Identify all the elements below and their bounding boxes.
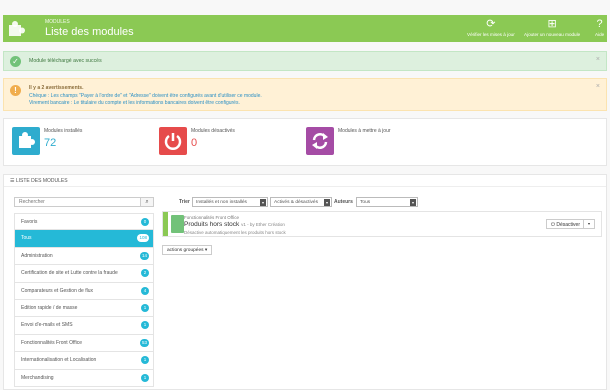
help-label: Aide xyxy=(595,32,605,37)
category-list: Favoris 0 Tous 108 Administration 14 Certif… xyxy=(14,213,154,387)
category-tous[interactable]: Tous 108 xyxy=(14,230,154,248)
success-message: Module téléchargé avec succès xyxy=(29,58,102,64)
category-count: 53 xyxy=(139,338,149,347)
category-comparateurs[interactable]: Comparateurs et Gestion de flux 4 xyxy=(14,282,154,300)
category-count: 1 xyxy=(141,321,149,330)
module-list-panel: ☰ LISTE DES MODULES ⌕ Favoris 0 Tous 108 A… xyxy=(3,174,607,390)
module-name: Produits hors stock xyxy=(184,221,240,228)
close-warning-button[interactable]: × xyxy=(596,83,600,90)
category-label: Administration xyxy=(21,252,53,259)
category-administration[interactable]: Administration 14 xyxy=(14,247,154,266)
authors-select[interactable]: Tous ▾ xyxy=(356,197,418,207)
category-count: 1 xyxy=(141,303,149,312)
stats-panel: Modules installés 72 Modules désactivés … xyxy=(3,118,607,166)
category-count: 1 xyxy=(141,356,149,365)
search-box: ⌕ xyxy=(14,197,154,207)
success-alert: ✓ Module téléchargé avec succès × xyxy=(3,51,607,71)
authors-label: Auteurs xyxy=(334,199,353,205)
category-label: Edition rapide / de masse xyxy=(21,304,78,311)
bulk-actions-label: actions groupées xyxy=(167,248,204,253)
category-count: 14 xyxy=(139,251,149,260)
category-count: 1 xyxy=(141,373,149,382)
category-merchandising[interactable]: Merchandising 1 xyxy=(14,369,154,387)
check-updates-button[interactable]: ⟳ Vérifier les mises à jour xyxy=(467,18,515,40)
add-module-icon: ⊞ xyxy=(547,18,557,30)
warning-title: Il y a 2 avertissements. xyxy=(29,85,84,91)
power-icon: ⏻ xyxy=(551,222,555,228)
breadcrumb: MODULES xyxy=(45,19,70,25)
category-count: 4 xyxy=(141,286,149,295)
help-icon: ? xyxy=(596,18,603,30)
refresh-icon xyxy=(306,127,334,155)
help-button[interactable]: ? Aide xyxy=(595,18,604,40)
disable-module-button[interactable]: ⏻ Désactiver ▾ xyxy=(546,219,595,229)
module-row: Fonctionnalités Front Office Produits ho… xyxy=(162,211,602,237)
category-certification[interactable]: Certification de site et Lutte contre la… xyxy=(14,265,154,283)
category-label: Comparateurs et Gestion de flux xyxy=(21,287,93,294)
status-filter-select[interactable]: Activés & désactivés ▾ xyxy=(270,197,332,207)
refresh-icon: ⟳ xyxy=(486,18,496,30)
puzzle-logo-icon xyxy=(9,21,25,36)
module-logo-icon xyxy=(171,215,184,233)
check-updates-label: Vérifier les mises à jour xyxy=(467,32,515,37)
category-label: Internationalisation et Localisation xyxy=(21,357,97,364)
warning-line-virement[interactable]: Virement bancaire : Le titulaire du comp… xyxy=(29,100,240,106)
install-filter-select[interactable]: Installés et non installés ▾ xyxy=(192,197,268,207)
page-title: Liste des modules xyxy=(45,26,134,38)
bulk-actions-button[interactable]: actions groupées ▾ xyxy=(162,245,213,255)
installed-count: 72 xyxy=(44,137,57,149)
chevron-down-icon: ▾ xyxy=(410,199,416,206)
power-icon xyxy=(159,127,187,155)
category-emails-sms[interactable]: Envoi d'e-mails et SMS 1 xyxy=(14,317,154,335)
category-international[interactable]: Internationalisation et Localisation 1 xyxy=(14,352,154,370)
category-label: Fonctionnalités Front Office xyxy=(21,339,83,346)
disabled-label: Modules désactivés xyxy=(191,128,235,134)
search-icon: ⌕ xyxy=(145,199,149,205)
page: MODULES Liste des modules ⟳ Vérifier les… xyxy=(0,0,610,390)
category-edition-rapide[interactable]: Edition rapide / de masse 1 xyxy=(14,299,154,318)
panel-heading-text: LISTE DES MODULES xyxy=(15,178,68,184)
module-version: v1 - by Ether Création xyxy=(241,222,285,227)
category-favoris[interactable]: Favoris 0 xyxy=(14,213,154,231)
top-header: MODULES Liste des modules ⟳ Vérifier les… xyxy=(3,15,607,42)
module-name-line: Produits hors stock v1 - by Ether Créati… xyxy=(184,221,285,228)
updates-label: Modules à mettre à jour xyxy=(338,128,391,134)
add-module-label: Ajouter un nouveau module xyxy=(524,32,581,37)
panel-heading: ☰ LISTE DES MODULES xyxy=(4,175,606,187)
chevron-down-icon: ▾ xyxy=(324,199,330,206)
module-category: Fonctionnalités Front Office xyxy=(184,215,239,220)
add-module-button[interactable]: ⊞ Ajouter un nouveau module xyxy=(524,18,580,40)
warning-alert: ! Il y a 2 avertissements. Chèque : Les … xyxy=(3,78,607,111)
sort-label: Trier xyxy=(179,199,190,205)
close-success-button[interactable]: × xyxy=(596,56,600,63)
category-count: 0 xyxy=(141,218,149,226)
category-count: 108 xyxy=(137,234,149,243)
module-status-bar xyxy=(163,212,168,236)
category-label: Favoris xyxy=(21,219,38,225)
search-button[interactable]: ⌕ xyxy=(140,198,153,206)
warning-line-cheque[interactable]: Chèque : Les champs "Payer à l'ordre de"… xyxy=(29,93,262,99)
install-filter-value: Installés et non installés xyxy=(196,200,247,205)
puzzle-icon xyxy=(12,127,40,155)
chevron-down-icon: ▾ xyxy=(260,199,266,206)
category-label: Tous xyxy=(21,235,32,242)
category-label: Merchandising xyxy=(21,374,54,381)
installed-label: Modules installés xyxy=(44,128,83,134)
module-actions-dropdown[interactable]: ▾ xyxy=(583,220,594,228)
disabled-count: 0 xyxy=(191,137,198,149)
category-label: Certification de site et Lutte contre la… xyxy=(21,270,118,277)
category-label: Envoi d'e-mails et SMS xyxy=(21,322,73,329)
category-front-office[interactable]: Fonctionnalités Front Office 53 xyxy=(14,334,154,353)
warning-icon: ! xyxy=(10,85,21,96)
category-count: 2 xyxy=(141,269,149,278)
authors-value: Tous xyxy=(360,200,371,205)
module-description: Désactive automatiquement les produits h… xyxy=(184,230,286,235)
search-input[interactable] xyxy=(15,198,141,206)
checkmark-icon: ✓ xyxy=(10,56,21,67)
status-filter-value: Activés & désactivés xyxy=(274,200,318,205)
list-icon: ☰ xyxy=(10,178,15,184)
disable-label: Désactiver xyxy=(556,222,580,228)
chevron-down-icon: ▾ xyxy=(204,248,208,253)
